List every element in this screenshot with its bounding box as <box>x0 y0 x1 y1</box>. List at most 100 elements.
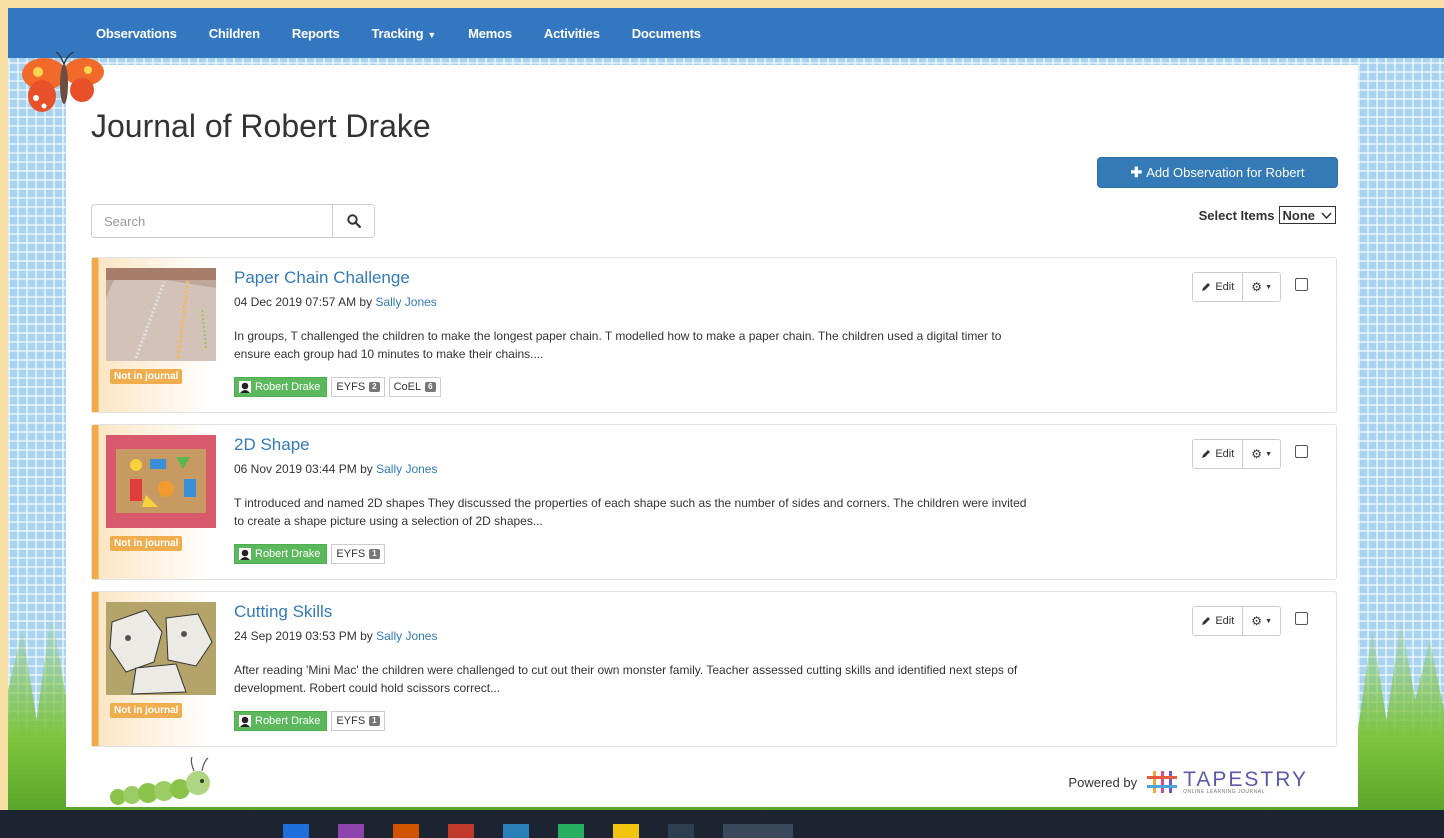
status-badge: Not in journal <box>110 369 183 384</box>
tag-count-badge: 2 <box>369 382 380 392</box>
brand-tagline: ONLINE LEARNING JOURNAL <box>1183 789 1265 795</box>
os-taskbar <box>0 810 1444 838</box>
page-frame: Observations Children Reports Tracking ▼ … <box>8 8 1444 838</box>
app-icon[interactable] <box>668 824 694 838</box>
edit-button[interactable]: Edit <box>1193 273 1244 301</box>
nav-memos[interactable]: Memos <box>452 26 528 41</box>
nav-children[interactable]: Children <box>193 26 276 41</box>
observation-meta: 24 Sep 2019 03:53 PM by Sally Jones <box>234 629 437 643</box>
select-checkbox[interactable] <box>1295 444 1308 458</box>
child-tag-label: Robert Drake <box>255 548 321 560</box>
search-icon <box>346 214 361 228</box>
child-silhouette-icon <box>239 715 251 727</box>
author-link[interactable]: Sally Jones <box>376 629 437 643</box>
framework-tag-eyfs[interactable]: EYFS 1 <box>331 711 385 731</box>
observation-meta: 04 Dec 2019 07:57 AM by Sally Jones <box>234 295 437 309</box>
edit-label: Edit <box>1215 448 1235 460</box>
edit-button[interactable]: Edit <box>1193 440 1244 468</box>
observation-date: 06 Nov 2019 03:44 PM by <box>234 462 377 476</box>
tag-count-badge: 1 <box>369 549 380 559</box>
observation-tags: Robert Drake EYFS 1 <box>234 544 385 564</box>
app-icon-active[interactable] <box>723 824 793 838</box>
page-title: Journal of Robert Drake <box>91 108 431 144</box>
options-dropdown-button[interactable]: ⚙ ▼ <box>1243 273 1280 301</box>
card-actions: Edit ⚙ ▼ <box>1192 439 1308 469</box>
card-actions: Edit ⚙ ▼ <box>1192 606 1308 636</box>
observation-card: Not in journal Cutting Skills 24 Sep 201… <box>91 591 1337 747</box>
child-tag-label: Robert Drake <box>255 715 321 727</box>
child-silhouette-icon <box>239 548 251 560</box>
framework-tag-eyfs[interactable]: EYFS 1 <box>331 544 385 564</box>
observation-title[interactable]: Cutting Skills <box>234 602 332 622</box>
observation-text: After reading 'Mini Mac' the children we… <box>234 663 1018 695</box>
tag-label: EYFS <box>336 381 366 393</box>
select-items-label: Select Items <box>1198 207 1275 223</box>
edit-label: Edit <box>1215 281 1235 293</box>
author-link[interactable]: Sally Jones <box>376 462 437 476</box>
child-tag[interactable]: Robert Drake <box>234 377 328 397</box>
caret-down-icon: ▼ <box>427 29 437 40</box>
select-checkbox[interactable] <box>1295 277 1308 291</box>
search-input[interactable] <box>92 205 332 237</box>
caret-down-icon: ▼ <box>1265 450 1272 458</box>
child-tag-label: Robert Drake <box>255 381 321 393</box>
edit-button[interactable]: Edit <box>1193 607 1244 635</box>
app-icon[interactable] <box>283 824 309 838</box>
app-icon[interactable] <box>338 824 364 838</box>
nav-activities[interactable]: Activities <box>528 26 616 41</box>
framework-tag-eyfs[interactable]: EYFS 2 <box>331 377 385 397</box>
powered-by-footer: Powered by TAPESTRY ONLINE LEARNING JOUR… <box>1068 769 1308 795</box>
options-dropdown-button[interactable]: ⚙ ▼ <box>1243 440 1280 468</box>
select-items-dropdown[interactable]: None <box>1278 206 1336 224</box>
child-tag[interactable]: Robert Drake <box>234 711 328 731</box>
app-icon[interactable] <box>503 824 529 838</box>
observation-title[interactable]: 2D Shape <box>234 435 310 455</box>
pencil-icon <box>1202 283 1211 291</box>
observation-card: Not in journal 2D Shape 06 Nov 2019 03:4… <box>91 424 1337 580</box>
caterpillar-decoration <box>110 757 210 805</box>
add-observation-label: Add Observation for Robert <box>1146 165 1305 180</box>
observation-thumbnail[interactable] <box>106 268 216 361</box>
observation-date: 24 Sep 2019 03:53 PM by <box>234 629 377 643</box>
tapestry-logo[interactable]: TAPESTRY ONLINE LEARNING JOURNAL <box>1147 769 1308 795</box>
nav-tracking-label: Tracking <box>371 25 424 41</box>
nav-reports[interactable]: Reports <box>276 26 356 41</box>
observation-tags: Robert Drake EYFS 1 <box>234 711 385 731</box>
search-button[interactable] <box>332 205 374 237</box>
author-link[interactable]: Sally Jones <box>375 295 436 309</box>
tag-label: EYFS <box>336 548 366 560</box>
app-icon[interactable] <box>393 824 419 838</box>
brand-name: TAPESTRY <box>1183 768 1308 791</box>
select-items-value: None <box>1282 207 1316 223</box>
powered-by-text: Powered by <box>1068 774 1138 790</box>
action-button-group: Edit ⚙ ▼ <box>1192 606 1281 636</box>
app-icon[interactable] <box>613 824 639 838</box>
action-button-group: Edit ⚙ ▼ <box>1192 439 1281 469</box>
observation-title[interactable]: Paper Chain Challenge <box>234 268 410 288</box>
gear-icon: ⚙ <box>1251 447 1263 461</box>
tag-label: CoEL <box>393 381 422 393</box>
select-checkbox[interactable] <box>1295 611 1308 625</box>
select-items: Select Items None <box>1199 206 1336 224</box>
child-tag[interactable]: Robert Drake <box>234 544 328 564</box>
top-navbar: Observations Children Reports Tracking ▼ … <box>8 8 1444 58</box>
framework-tag-coel[interactable]: CoEL 6 <box>388 377 441 397</box>
nav-documents[interactable]: Documents <box>616 26 717 41</box>
tag-count-badge: 6 <box>425 382 436 392</box>
options-dropdown-button[interactable]: ⚙ ▼ <box>1243 607 1280 635</box>
butterfly-logo <box>22 52 104 112</box>
nav-tracking[interactable]: Tracking ▼ <box>356 26 453 41</box>
tag-count-badge: 1 <box>369 716 380 726</box>
nav-observations[interactable]: Observations <box>80 26 193 41</box>
caret-down-icon: ▼ <box>1265 283 1272 291</box>
observation-card: Not in journal Paper Chain Challenge 04 … <box>91 257 1337 413</box>
add-observation-button[interactable]: ✚ Add Observation for Robert <box>1097 157 1338 188</box>
search-box <box>91 204 375 238</box>
observation-text: In groups, T challenged the children to … <box>234 329 1002 361</box>
app-icon[interactable] <box>448 824 474 838</box>
gear-icon: ⚙ <box>1251 280 1263 294</box>
app-icon[interactable] <box>558 824 584 838</box>
observation-thumbnail[interactable] <box>106 435 216 528</box>
observation-thumbnail[interactable] <box>106 602 216 695</box>
gear-icon: ⚙ <box>1251 614 1263 628</box>
